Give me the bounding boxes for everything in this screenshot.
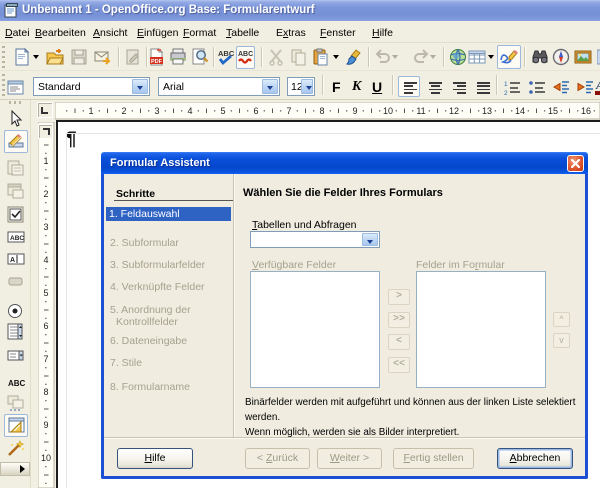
svg-text:15: 15 [548,106,558,116]
svg-text:A: A [10,257,15,264]
svg-text:14: 14 [515,106,525,116]
svg-text:11: 11 [416,106,425,116]
svg-text:A: A [595,78,600,92]
svg-text:10: 10 [41,453,51,463]
svg-text:ABC: ABC [238,51,253,58]
svg-text:4: 4 [43,255,48,265]
svg-text:PDF: PDF [151,59,163,65]
svg-text:13: 13 [482,106,492,116]
svg-text:10: 10 [383,106,393,116]
svg-text:ABC: ABC [8,379,25,388]
svg-text:6: 6 [253,106,258,116]
svg-text:7: 7 [286,106,291,116]
svg-text:1: 1 [504,81,508,88]
svg-text:1: 1 [43,156,48,166]
svg-text:3: 3 [154,106,159,116]
svg-text:2: 2 [504,90,508,96]
svg-text:7: 7 [43,354,48,364]
svg-text:16: 16 [581,106,591,116]
svg-text:8: 8 [319,106,324,116]
svg-text:8: 8 [43,387,48,397]
svg-text:ABC: ABC [10,235,24,242]
svg-text:2: 2 [121,106,126,116]
svg-text:5: 5 [43,288,48,298]
svg-text:4: 4 [187,106,192,116]
svg-text:1: 1 [88,106,93,116]
svg-text:ABC: ABC [218,49,235,58]
svg-text:12: 12 [449,106,459,116]
svg-text:9: 9 [352,106,357,116]
svg-text:5: 5 [220,106,225,116]
svg-text:2: 2 [43,189,48,199]
svg-text:9: 9 [43,420,48,430]
svg-text:6: 6 [43,321,48,331]
svg-text:3: 3 [43,222,48,232]
